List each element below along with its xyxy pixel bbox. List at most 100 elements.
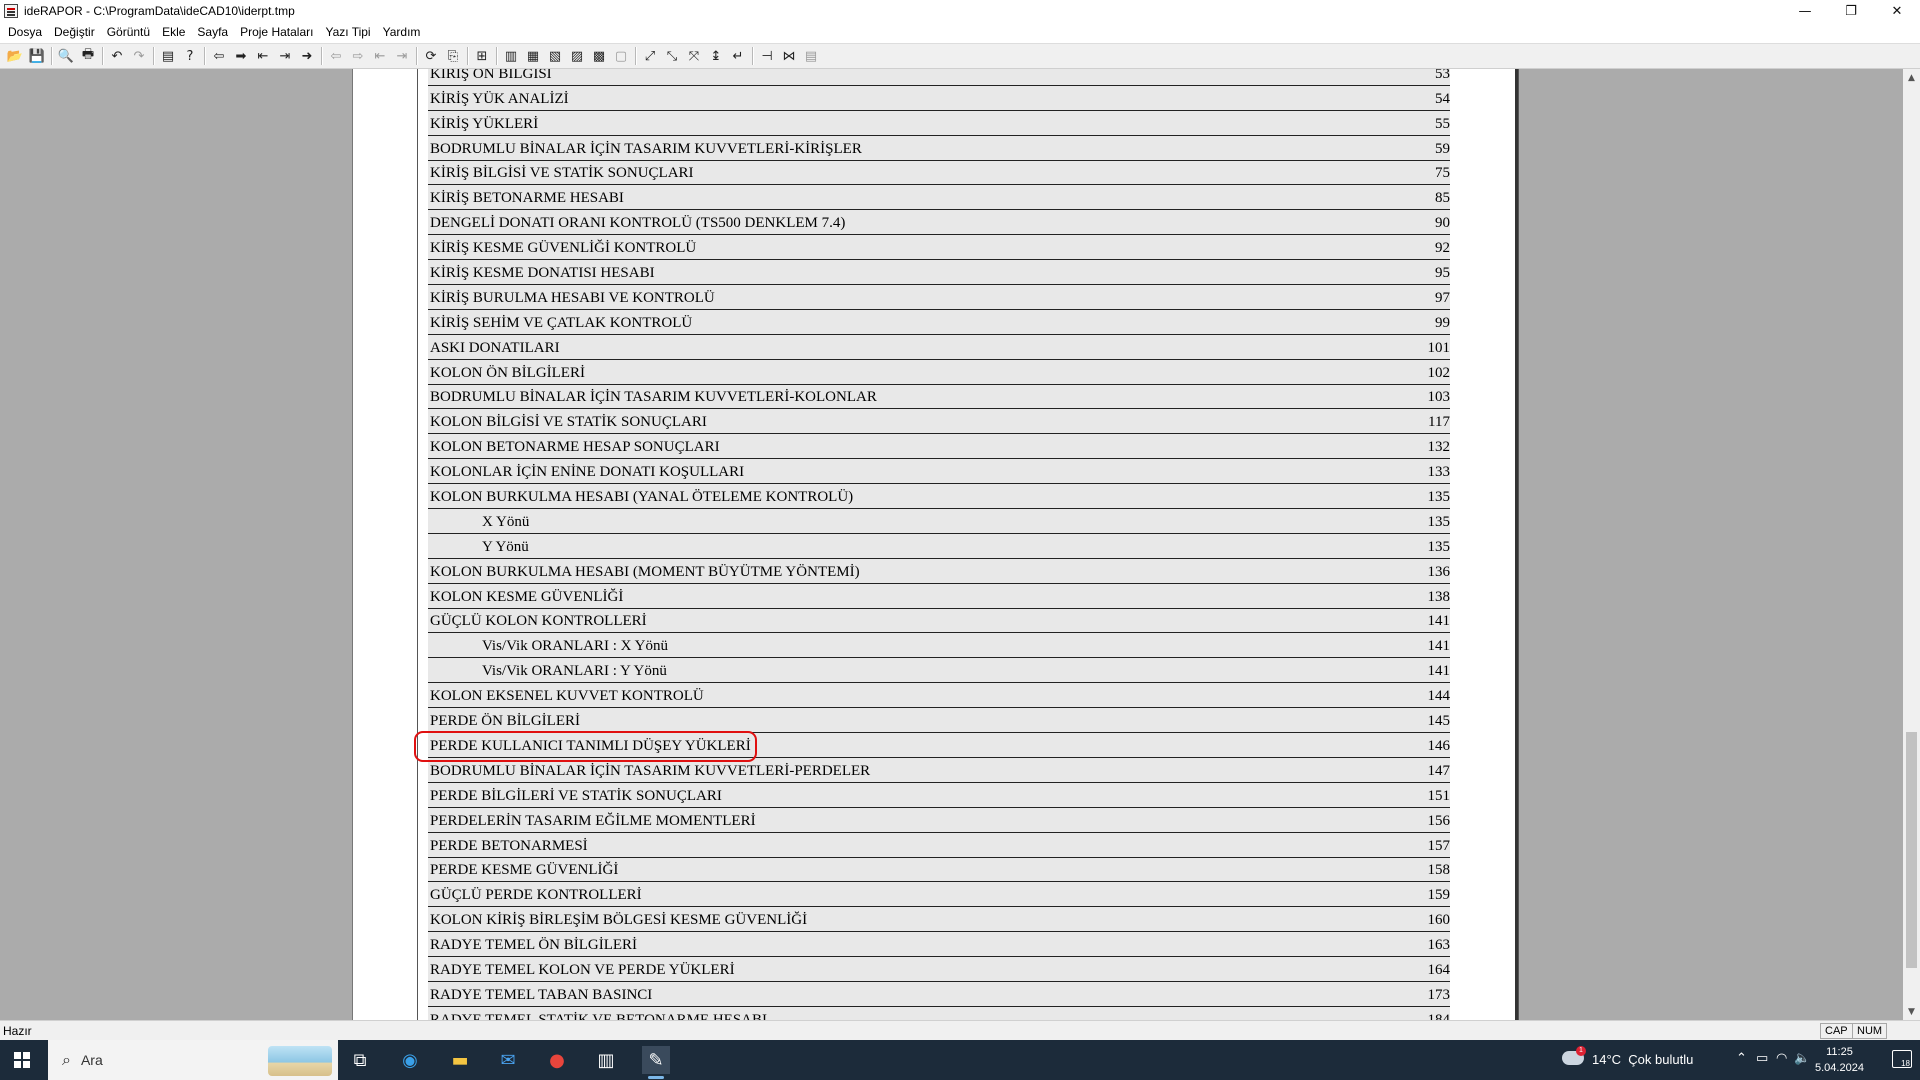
- layout3-icon[interactable]: ▧: [544, 45, 566, 67]
- tree-icon[interactable]: ⊞: [471, 45, 493, 67]
- export-icon[interactable]: ⎘: [442, 45, 464, 67]
- toc-row[interactable]: RADYE TEMEL KOLON VE PERDE YÜKLERİ 164: [428, 957, 1450, 982]
- toc-row[interactable]: BODRUMLU BİNALAR İÇİN TASARIM KUVVETLERİ…: [428, 384, 1450, 410]
- clock[interactable]: 11:25 5.04.2024: [1815, 1044, 1864, 1076]
- toc-row[interactable]: RADYE TEMEL ÖN BİLGİLERİ 163: [428, 932, 1450, 958]
- first-icon[interactable]: ⇤: [252, 45, 274, 67]
- toc-row[interactable]: BODRUMLU BİNALAR İÇİN TASARIM KUVVETLERİ…: [428, 135, 1450, 161]
- menu-goruntu[interactable]: Görüntü: [101, 25, 156, 39]
- toc-row[interactable]: KOLON BURKULMA HESABI (YANAL ÖTELEME KON…: [428, 484, 1450, 510]
- undo-icon[interactable]: ↶: [106, 45, 128, 67]
- toc-row[interactable]: DENGELİ DONATI ORANI KONTROLÜ (TS500 DEN…: [428, 210, 1450, 236]
- menu-yardim[interactable]: Yardım: [377, 25, 427, 39]
- toc-row[interactable]: KİRİŞ SEHİM VE ÇATLAK KONTROLÜ 99: [428, 309, 1450, 335]
- zoom5-icon[interactable]: ↵: [727, 45, 749, 67]
- task-view-icon[interactable]: ⧉: [346, 1046, 374, 1074]
- toc-row[interactable]: KİRİŞ KESME DONATISI HESABI 95: [428, 260, 1450, 286]
- menu-proje-hatalari[interactable]: Proje Hataları: [234, 25, 319, 39]
- redo-icon[interactable]: ↷: [128, 45, 150, 67]
- refresh-icon[interactable]: ⟳: [420, 45, 442, 67]
- goto-icon[interactable]: ➜: [296, 45, 318, 67]
- first-dim-icon[interactable]: ⇤: [369, 45, 391, 67]
- layout4-icon[interactable]: ▨: [566, 45, 588, 67]
- toc-row[interactable]: KOLON BİLGİSİ VE STATİK SONUÇLARI 117: [428, 409, 1450, 435]
- print-icon[interactable]: 🖶: [77, 45, 99, 67]
- menu-ekle[interactable]: Ekle: [156, 25, 191, 39]
- toc-row[interactable]: KOLON BURKULMA HESABI (MOMENT BÜYÜTME YÖ…: [428, 558, 1450, 584]
- toc-row[interactable]: PERDELERİN TASARIM EĞİLME MOMENTLERİ 156: [428, 807, 1450, 833]
- zoom4-icon[interactable]: ↨: [705, 45, 727, 67]
- zoom3-icon[interactable]: ⤧: [683, 45, 705, 67]
- scroll-up-icon[interactable]: ▲: [1903, 69, 1920, 86]
- toc-row[interactable]: KOLON BETONARME HESAP SONUÇLARI 132: [428, 434, 1450, 460]
- restore-button[interactable]: ❐: [1828, 0, 1874, 22]
- zoom2-icon[interactable]: ⤡: [661, 45, 683, 67]
- toc-row[interactable]: KOLON EKSENEL KUVVET KONTROLÜ 144: [428, 683, 1450, 709]
- volume-icon[interactable]: 🔈: [1794, 1051, 1810, 1066]
- layout5-icon[interactable]: ▩: [588, 45, 610, 67]
- report-workspace[interactable]: KİRİŞ ÖN BİLGİSİ 53 KİRİŞ YÜK ANALİZİ 54 KİR…: [0, 69, 1920, 1020]
- back-icon[interactable]: ⇦: [208, 45, 230, 67]
- layout2-icon[interactable]: ▦: [522, 45, 544, 67]
- forward-icon[interactable]: ➡: [230, 45, 252, 67]
- toc-row[interactable]: PERDE BİLGİLERİ VE STATİK SONUÇLARI 151: [428, 782, 1450, 808]
- toc-row[interactable]: KİRİŞ YÜK ANALİZİ 54: [428, 85, 1450, 111]
- toc-row[interactable]: KİRİŞ YÜKLERİ 55: [428, 110, 1450, 136]
- app-icon[interactable]: [4, 4, 18, 18]
- toc-row[interactable]: PERDE ÖN BİLGİLERİ 145: [428, 708, 1450, 734]
- toc-row[interactable]: GÜÇLÜ KOLON KONTROLLERİ 141: [428, 608, 1450, 634]
- split-icon[interactable]: ⊣: [756, 45, 778, 67]
- toc-row[interactable]: KİRİŞ ÖN BİLGİSİ 53: [428, 69, 1450, 86]
- toc-row[interactable]: Vis/Vik ORANLARI : Y Yönü 141: [428, 658, 1450, 684]
- toc-row[interactable]: GÜÇLÜ PERDE KONTROLLERİ 159: [428, 882, 1450, 908]
- toc-row[interactable]: Y Yönü 135: [428, 533, 1450, 559]
- mail-icon[interactable]: ✉: [494, 1046, 522, 1074]
- toc-row[interactable]: RADYE TEMEL STATİK VE BETONARME HESABI 18…: [428, 1006, 1450, 1020]
- search-box[interactable]: ⌕ Ara: [48, 1040, 338, 1080]
- toc-row[interactable]: ASKI DONATILARI 101: [428, 334, 1450, 360]
- menu-dosya[interactable]: Dosya: [2, 25, 48, 39]
- chevron-up-icon[interactable]: ⌃: [1736, 1051, 1747, 1066]
- toc-row[interactable]: KOLON KİRİŞ BİRLEŞİM BÖLGESİ KESME GÜVEN…: [428, 907, 1450, 933]
- toc-row[interactable]: Vis/Vik ORANLARI : X Yönü 141: [428, 633, 1450, 659]
- toc-row[interactable]: KOLONLAR İÇİN ENİNE DONATI KOŞULLARI 133: [428, 459, 1450, 485]
- windows-start-icon[interactable]: [14, 1052, 30, 1068]
- minimize-button[interactable]: —: [1782, 0, 1828, 22]
- save-icon[interactable]: 💾: [26, 45, 48, 67]
- edge-browser-icon[interactable]: ◉: [396, 1046, 424, 1074]
- page-setup-icon[interactable]: ▤: [157, 45, 179, 67]
- weather-text[interactable]: 14°C Çok bulutlu: [1592, 1052, 1693, 1067]
- prev-dim-icon[interactable]: ⇦: [325, 45, 347, 67]
- last-dim-icon[interactable]: ⇥: [391, 45, 413, 67]
- toc-row[interactable]: KİRİŞ BETONARME HESABI 85: [428, 185, 1450, 211]
- file-explorer-icon[interactable]: ▬: [446, 1046, 474, 1074]
- last-icon[interactable]: ⇥: [274, 45, 296, 67]
- merge-icon[interactable]: ⋈: [778, 45, 800, 67]
- menu-yazi-tipi[interactable]: Yazı Tipi: [319, 25, 376, 39]
- iderapor-taskbar-icon[interactable]: ✎: [642, 1046, 670, 1079]
- toc-row[interactable]: KİRİŞ BURULMA HESABI VE KONTROLÜ 97: [428, 285, 1450, 310]
- zoom1-icon[interactable]: ⤢: [639, 45, 661, 67]
- wifi-icon[interactable]: ◠: [1776, 1051, 1787, 1066]
- toc-row[interactable]: KİRİŞ BİLGİSİ VE STATİK SONUÇLARI 75: [428, 160, 1450, 186]
- print-preview-icon[interactable]: 🔍: [55, 45, 77, 67]
- toc-row[interactable]: KİRİŞ KESME GÜVENLİĞİ KONTROLÜ 92: [428, 235, 1450, 261]
- open-icon[interactable]: 📂: [4, 45, 26, 67]
- toc-row[interactable]: PERDE BETONARMESİ 157: [428, 832, 1450, 858]
- toc-row[interactable]: PERDE KESME GÜVENLİĞİ 158: [428, 857, 1450, 883]
- vertical-scrollbar[interactable]: ▲ ▼: [1903, 69, 1920, 1020]
- menu-degistir[interactable]: Değiştir: [48, 25, 101, 39]
- help-icon[interactable]: ?: [179, 45, 201, 67]
- toc-row[interactable]: KOLON KESME GÜVENLİĞİ 138: [428, 583, 1450, 609]
- toc-row[interactable]: RADYE TEMEL TABAN BASINCI 173: [428, 981, 1450, 1007]
- grid-icon[interactable]: ▤: [800, 45, 822, 67]
- next-dim-icon[interactable]: ⇨: [347, 45, 369, 67]
- close-button[interactable]: ✕: [1874, 0, 1920, 22]
- menu-sayfa[interactable]: Sayfa: [191, 25, 234, 39]
- toc-row[interactable]: KOLON ÖN BİLGİLERİ 102: [428, 359, 1450, 385]
- meet-now-icon[interactable]: ▭: [1756, 1051, 1768, 1066]
- scroll-down-icon[interactable]: ▼: [1903, 1003, 1920, 1020]
- layout1-icon[interactable]: ▥: [500, 45, 522, 67]
- chrome-icon[interactable]: ●: [543, 1046, 571, 1074]
- layout6-icon[interactable]: ▢: [610, 45, 632, 67]
